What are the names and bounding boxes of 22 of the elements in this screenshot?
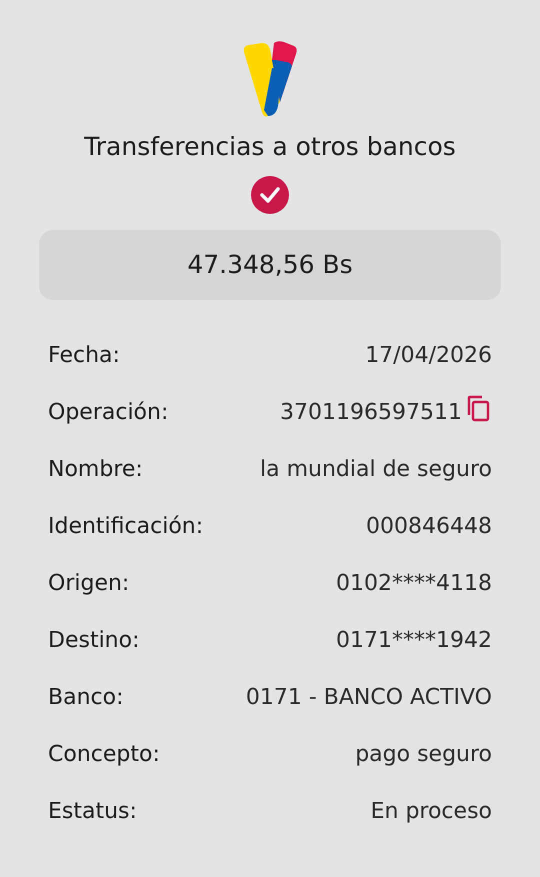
- logo-icon: [242, 40, 298, 118]
- detail-label: Origen:: [48, 570, 130, 598]
- detail-label: Destino:: [48, 627, 140, 655]
- detail-label: Fecha:: [48, 342, 120, 370]
- detail-value: En proceso: [370, 798, 492, 826]
- detail-value: 0171 - BANCO ACTIVO: [246, 684, 492, 712]
- detail-label: Concepto:: [48, 741, 160, 769]
- copy-icon[interactable]: [466, 394, 492, 422]
- detail-value: pago seguro: [355, 741, 492, 769]
- detail-value: la mundial de seguro: [260, 456, 492, 484]
- detail-value: 0171****1942: [336, 627, 492, 655]
- detail-value: 000846448: [366, 513, 492, 541]
- amount-text: 47.348,56 Bs: [187, 249, 353, 282]
- detail-value: 0102****4118: [336, 570, 492, 598]
- detail-label: Identificación:: [48, 513, 204, 541]
- detail-label: Estatus:: [48, 798, 137, 826]
- page-title: Transferencias a otros bancos: [84, 131, 456, 163]
- detail-label: Banco:: [48, 684, 124, 712]
- detail-label: Nombre:: [48, 456, 143, 484]
- detail-value: 17/04/2026: [365, 342, 492, 370]
- detail-value: 3701196597511: [280, 399, 462, 427]
- detail-label: Operación:: [48, 399, 168, 427]
